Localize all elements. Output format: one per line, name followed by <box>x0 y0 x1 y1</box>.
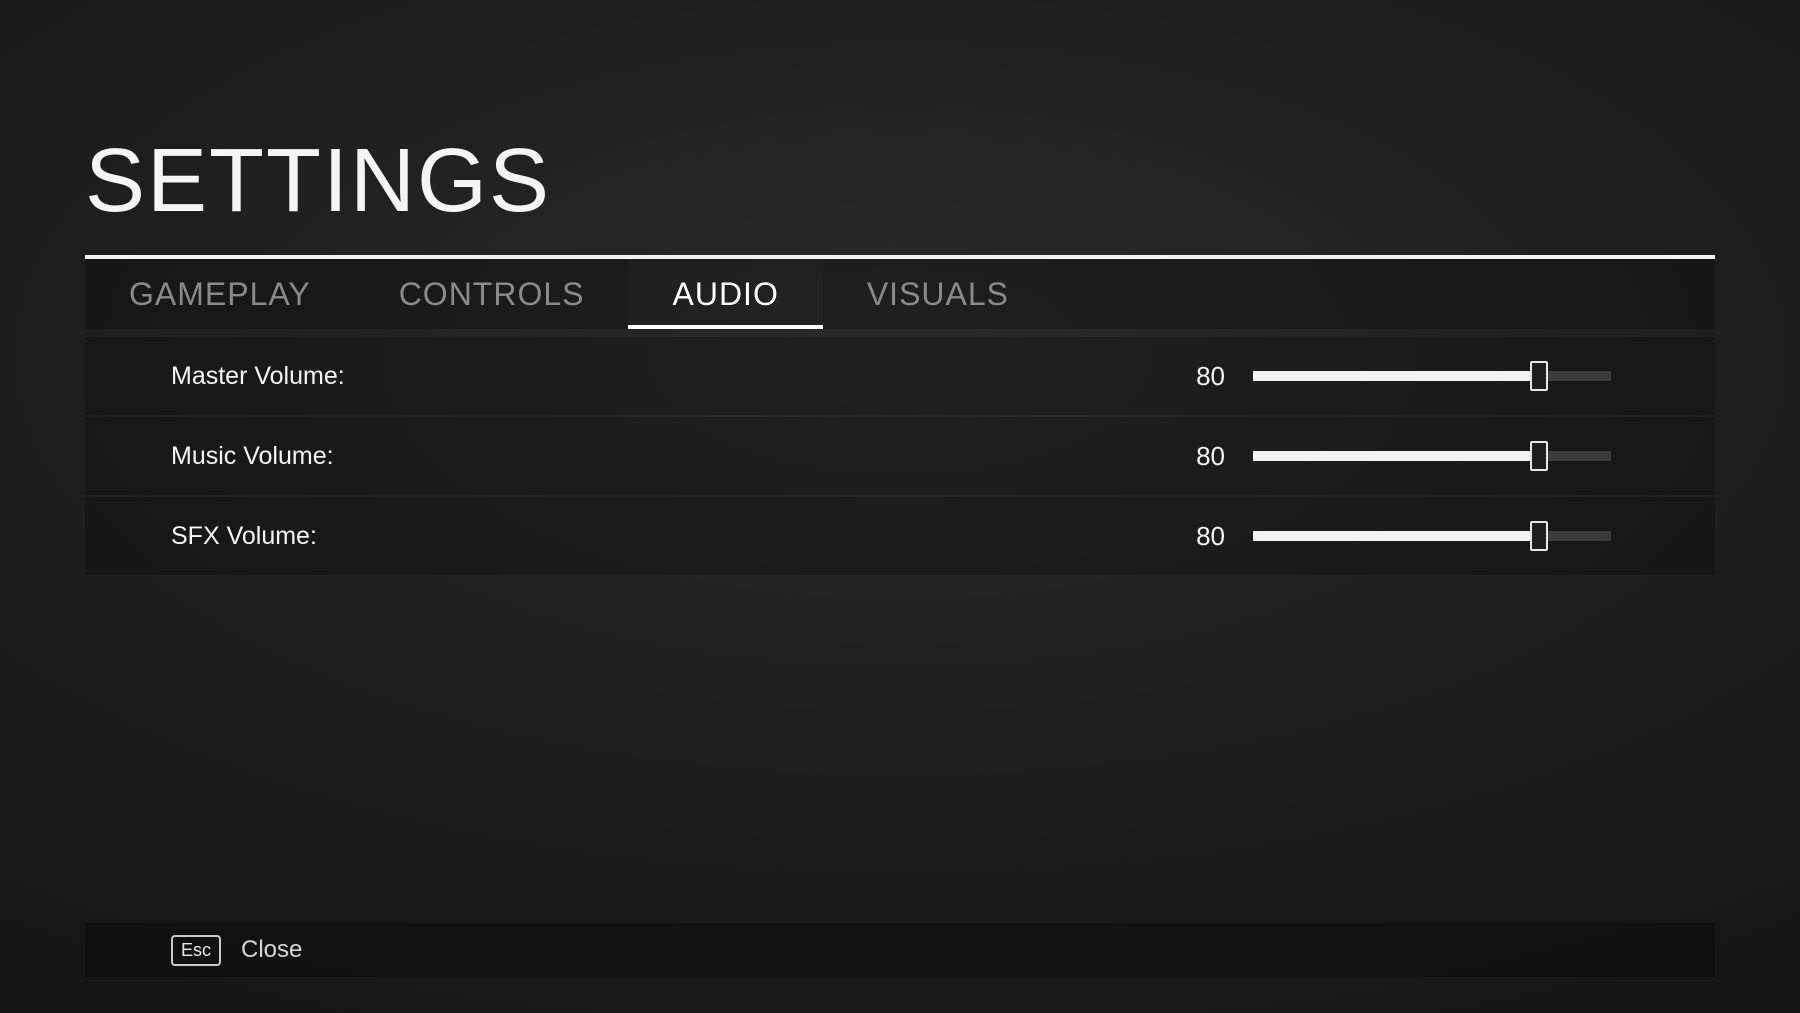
setting-value: 80 <box>1145 521 1225 552</box>
slider-thumb[interactable] <box>1530 441 1548 471</box>
slider-fill <box>1253 451 1539 461</box>
settings-tabbar: GAMEPLAY CONTROLS AUDIO VISUALS <box>85 259 1715 329</box>
setting-label: Master Volume: <box>171 362 1145 391</box>
close-button[interactable]: Close <box>241 936 302 964</box>
setting-row-music-volume: Music Volume: 80 <box>85 417 1715 495</box>
tab-audio[interactable]: AUDIO <box>628 259 822 329</box>
setting-value: 80 <box>1145 361 1225 392</box>
esc-keycap: Esc <box>171 935 221 966</box>
slider-fill <box>1253 531 1539 541</box>
sfx-volume-slider[interactable] <box>1253 531 1611 541</box>
setting-row-master-volume: Master Volume: 80 <box>85 337 1715 415</box>
slider-thumb[interactable] <box>1530 361 1548 391</box>
master-volume-slider[interactable] <box>1253 371 1611 381</box>
music-volume-slider[interactable] <box>1253 451 1611 461</box>
footer-bar: Esc Close <box>85 923 1715 977</box>
settings-screen: SETTINGS GAMEPLAY CONTROLS AUDIO VISUALS… <box>0 0 1800 1013</box>
setting-label: SFX Volume: <box>171 522 1145 551</box>
page-title: SETTINGS <box>85 130 1715 233</box>
tab-gameplay[interactable]: GAMEPLAY <box>85 259 355 329</box>
setting-label: Music Volume: <box>171 442 1145 471</box>
setting-row-sfx-volume: SFX Volume: 80 <box>85 497 1715 575</box>
settings-rows: Master Volume: 80 Music Volume: 80 SFX V… <box>85 337 1715 575</box>
tab-visuals[interactable]: VISUALS <box>823 259 1053 329</box>
setting-value: 80 <box>1145 441 1225 472</box>
slider-fill <box>1253 371 1539 381</box>
slider-thumb[interactable] <box>1530 521 1548 551</box>
tab-controls[interactable]: CONTROLS <box>355 259 629 329</box>
